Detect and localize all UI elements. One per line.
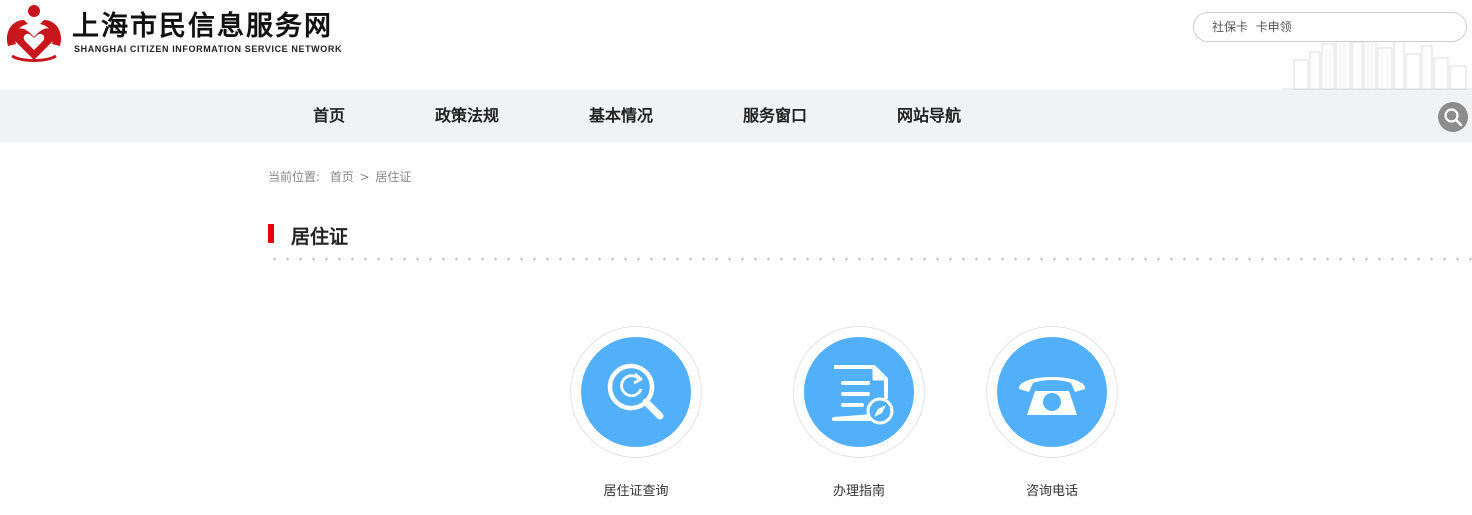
icon-disc <box>804 337 914 447</box>
document-compass-icon <box>832 365 894 425</box>
nav-item-basic-info[interactable]: 基本情况 <box>589 90 653 142</box>
icon-disc <box>997 337 1107 447</box>
search-input[interactable] <box>1212 17 1432 37</box>
site-title: 上海市民信息服务网 <box>72 11 333 42</box>
service-label[interactable]: 办理指南 <box>753 480 965 499</box>
nav-item-site-navigation[interactable]: 网站导航 <box>897 90 961 142</box>
icon-disc <box>581 337 691 447</box>
nav-item-home[interactable]: 首页 <box>313 90 345 142</box>
title-accent-bar <box>268 224 274 243</box>
search-icon <box>1444 108 1463 127</box>
breadcrumb: 当前位置: 首页 > 居住证 <box>268 168 413 185</box>
nav-item-service-window[interactable]: 服务窗口 <box>743 90 807 142</box>
nav-item-policies[interactable]: 政策法规 <box>435 90 499 142</box>
search-box <box>1193 12 1467 42</box>
page-title: 居住证 <box>291 226 349 248</box>
heart-people-logo-icon[interactable] <box>2 2 66 64</box>
telephone-icon <box>1018 377 1086 415</box>
service-label[interactable]: 咨询电话 <box>946 480 1158 499</box>
service-label[interactable]: 居住证查询 <box>530 480 742 499</box>
breadcrumb-current: 居住证 <box>375 170 412 184</box>
search-refresh-icon <box>607 363 664 420</box>
breadcrumb-separator: > <box>359 170 370 184</box>
breadcrumb-home-link[interactable]: 首页 <box>330 170 354 184</box>
search-button[interactable] <box>1438 102 1468 132</box>
breadcrumb-prefix: 当前位置: <box>268 170 321 184</box>
main-navbar: 首页 政策法规 基本情况 服务窗口 网站导航 <box>0 90 1472 142</box>
site-subtitle: SHANGHAI CITIZEN INFORMATION SERVICE NET… <box>74 44 343 54</box>
dotted-divider <box>268 257 1472 261</box>
